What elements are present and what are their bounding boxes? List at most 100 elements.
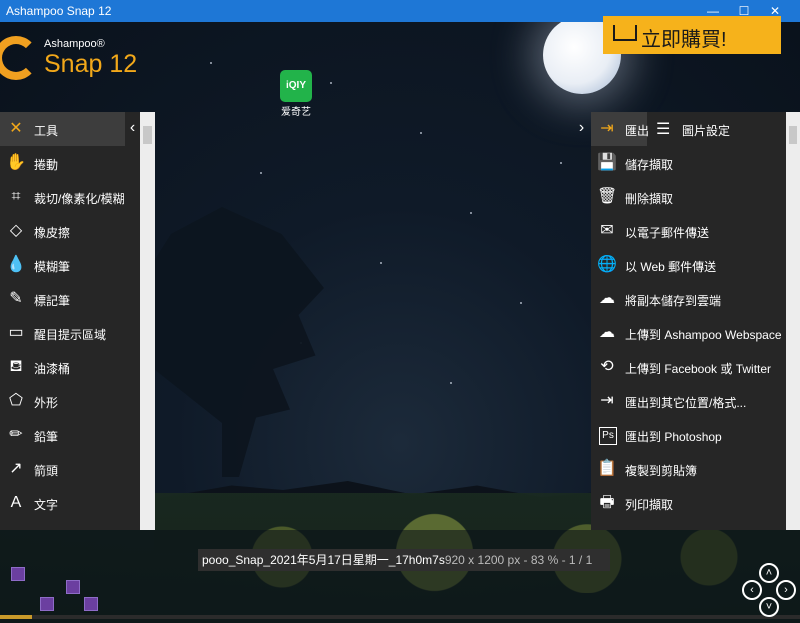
trash-icon: 🗑 — [597, 188, 618, 205]
tool-item-label: 油漆桶 — [34, 362, 71, 376]
marker-icon: ✎ — [9, 290, 23, 307]
export-item-label: 以 Web 郵件傳送 — [625, 260, 717, 274]
export-item-label: 列印擷取 — [625, 498, 674, 512]
eraser-icon: ◇ — [9, 222, 23, 239]
collapse-right-button[interactable]: › — [574, 112, 589, 146]
tool-item-label: 模糊筆 — [34, 260, 71, 274]
cloud-webspace-icon: ☁ — [599, 324, 615, 341]
export-item-label: 儲存擷取 — [625, 158, 674, 172]
share-icon: ⟲ — [600, 358, 614, 375]
tool-item-shape[interactable]: ⬠ 外形 — [0, 384, 140, 418]
export-item-print[interactable]: 🖶 列印擷取 — [591, 486, 786, 520]
buy-now-label: 立即購買! — [641, 29, 727, 51]
tool-item-label: 橡皮擦 — [34, 226, 71, 240]
export-item-webmail[interactable]: 🌐 以 Web 郵件傳送 — [591, 248, 786, 282]
navigation-pad: ˄ ˅ ‹ › — [740, 563, 796, 619]
nav-up-icon[interactable]: ˄ — [759, 563, 779, 583]
arrow-icon: ↗ — [9, 460, 23, 477]
export-item-label: 上傳到 Ashampoo Webspace — [625, 328, 782, 342]
thumbnail-strip — [0, 530, 800, 623]
clipboard-icon: 📋 — [597, 460, 617, 477]
export-item-delete[interactable]: 🗑 刪除擷取 — [591, 180, 786, 214]
tool-item-arrow[interactable]: ↗ 箭頭 — [0, 452, 140, 486]
tool-item-label: 裁切/像素化/模糊 — [34, 192, 125, 206]
left-scroll-thumb[interactable] — [143, 126, 152, 144]
logo-ring-icon — [0, 36, 38, 80]
export-item-label: 刪除擷取 — [625, 192, 674, 206]
export-tab-label: 匯出 — [625, 124, 650, 138]
save-icon: 💾 — [597, 154, 617, 171]
paint-bucket-icon: ⛾ — [9, 358, 23, 375]
logo-product: Snap 12 — [44, 50, 138, 78]
pencil-icon: ✏ — [9, 426, 23, 443]
tool-item-blur-pen[interactable]: 💧 模糊筆 — [0, 248, 140, 282]
tool-item-label: 箭頭 — [34, 464, 59, 478]
tool-item-highlight[interactable]: ▭ 醒目提示區域 — [0, 316, 140, 350]
folder-thumbnail-icon[interactable] — [11, 567, 25, 581]
tools-icon: ✕ — [9, 120, 23, 137]
tool-item-paint-bucket[interactable]: ⛾ 油漆桶 — [0, 350, 140, 384]
tool-item-pencil[interactable]: ✏ 鉛筆 — [0, 418, 140, 452]
tool-item-label: 鉛筆 — [34, 430, 59, 444]
left-scrollbar[interactable] — [140, 112, 155, 530]
cart-icon — [613, 25, 637, 41]
text-icon: A — [10, 494, 22, 511]
export-item-webspace[interactable]: ☁ 上傳到 Ashampoo Webspace — [591, 316, 786, 350]
crop-icon: ⌗ — [11, 188, 21, 205]
capture-resolution: 920 x 1200 px - 83 % - 1 / 1 — [444, 553, 593, 567]
iqiyi-desktop-icon[interactable]: iQIY — [280, 70, 312, 102]
capture-info-bar: pooo_Snap_2021年5月17日星期一_17h0m7s920 x 120… — [198, 549, 610, 571]
tool-item-tools[interactable]: ✕ 工具 — [0, 112, 125, 146]
photoshop-icon: Ps — [599, 427, 617, 445]
tool-item-eraser[interactable]: ◇ 橡皮擦 — [0, 214, 140, 248]
tool-item-label: 捲動 — [34, 158, 59, 172]
image-settings-tab[interactable]: ☰ 圖片設定 — [650, 112, 786, 146]
export-item-photoshop[interactable]: Ps 匯出到 Photoshop — [591, 418, 786, 452]
nav-right-icon[interactable]: › — [776, 580, 796, 600]
right-scrollbar[interactable] — [786, 112, 800, 530]
notice-thumbnail-icon[interactable] — [84, 597, 98, 611]
export-other-icon: ⇥ — [600, 392, 614, 409]
export-item-label: 將副本儲存到雲端 — [625, 294, 722, 308]
export-item-other[interactable]: ⇥ 匯出到其它位置/格式... — [591, 384, 786, 418]
iqiyi-desktop-label: 爱奇艺 — [281, 107, 311, 118]
export-icon: ⇥ — [600, 120, 614, 137]
window-title: Ashampoo Snap 12 — [6, 4, 112, 18]
export-item-label: 複製到剪貼簿 — [625, 464, 698, 478]
cloud-upload-icon: ☁ — [599, 290, 615, 307]
export-item-social[interactable]: ⟲ 上傳到 Facebook 或 Twitter — [591, 350, 786, 384]
collapse-left-button[interactable]: ‹ — [125, 112, 140, 146]
export-tab[interactable]: ⇥ 匯出 — [591, 112, 650, 146]
notice-thumbnail-icon[interactable] — [40, 597, 54, 611]
export-item-cloud[interactable]: ☁ 將副本儲存到雲端 — [591, 282, 786, 316]
export-item-clipboard[interactable]: 📋 複製到剪貼簿 — [591, 452, 786, 486]
right-scroll-thumb[interactable] — [789, 126, 797, 144]
export-item-label: 上傳到 Facebook 或 Twitter — [625, 362, 772, 376]
tool-item-label: 外形 — [34, 396, 59, 410]
tool-item-crop[interactable]: ⌗ 裁切/像素化/模糊 — [0, 180, 140, 214]
nav-left-icon[interactable]: ‹ — [742, 580, 762, 600]
buy-now-button[interactable]: 立即購買! — [603, 16, 781, 54]
progress-fill — [0, 615, 32, 619]
logo-brand: Ashampoo® — [44, 38, 105, 50]
tool-item-label: 工具 — [34, 124, 59, 138]
tool-item-marker[interactable]: ✎ 標記筆 — [0, 282, 140, 316]
export-item-email[interactable]: ✉ 以電子郵件傳送 — [591, 214, 786, 248]
tool-item-text[interactable]: A 文字 — [0, 486, 140, 520]
image-settings-icon: ☰ — [656, 121, 671, 138]
tool-item-label: 標記筆 — [34, 294, 71, 308]
tools-panel: ✕ 工具 ✋ 捲動 ⌗ 裁切/像素化/模糊 ◇ 橡皮擦 💧 模糊筆 ✎ 標記筆 … — [0, 112, 140, 530]
blur-drop-icon: 💧 — [6, 256, 26, 273]
image-settings-label: 圖片設定 — [682, 124, 731, 138]
folder-thumbnail-icon[interactable] — [66, 580, 80, 594]
capture-progress-bar — [0, 615, 800, 619]
tool-item-label: 文字 — [34, 498, 59, 512]
export-item-label: 匯出到其它位置/格式... — [625, 396, 747, 410]
export-item-label: 匯出到 Photoshop — [625, 430, 722, 444]
email-icon: ✉ — [600, 222, 614, 239]
capture-filename: pooo_Snap_2021年5月17日星期一_17h0m7s — [202, 553, 445, 567]
tool-item-scroll[interactable]: ✋ 捲動 — [0, 146, 140, 180]
nav-down-icon[interactable]: ˅ — [759, 597, 779, 617]
printer-icon: 🖶 — [599, 494, 615, 511]
export-item-save[interactable]: 💾 儲存擷取 — [591, 146, 786, 180]
